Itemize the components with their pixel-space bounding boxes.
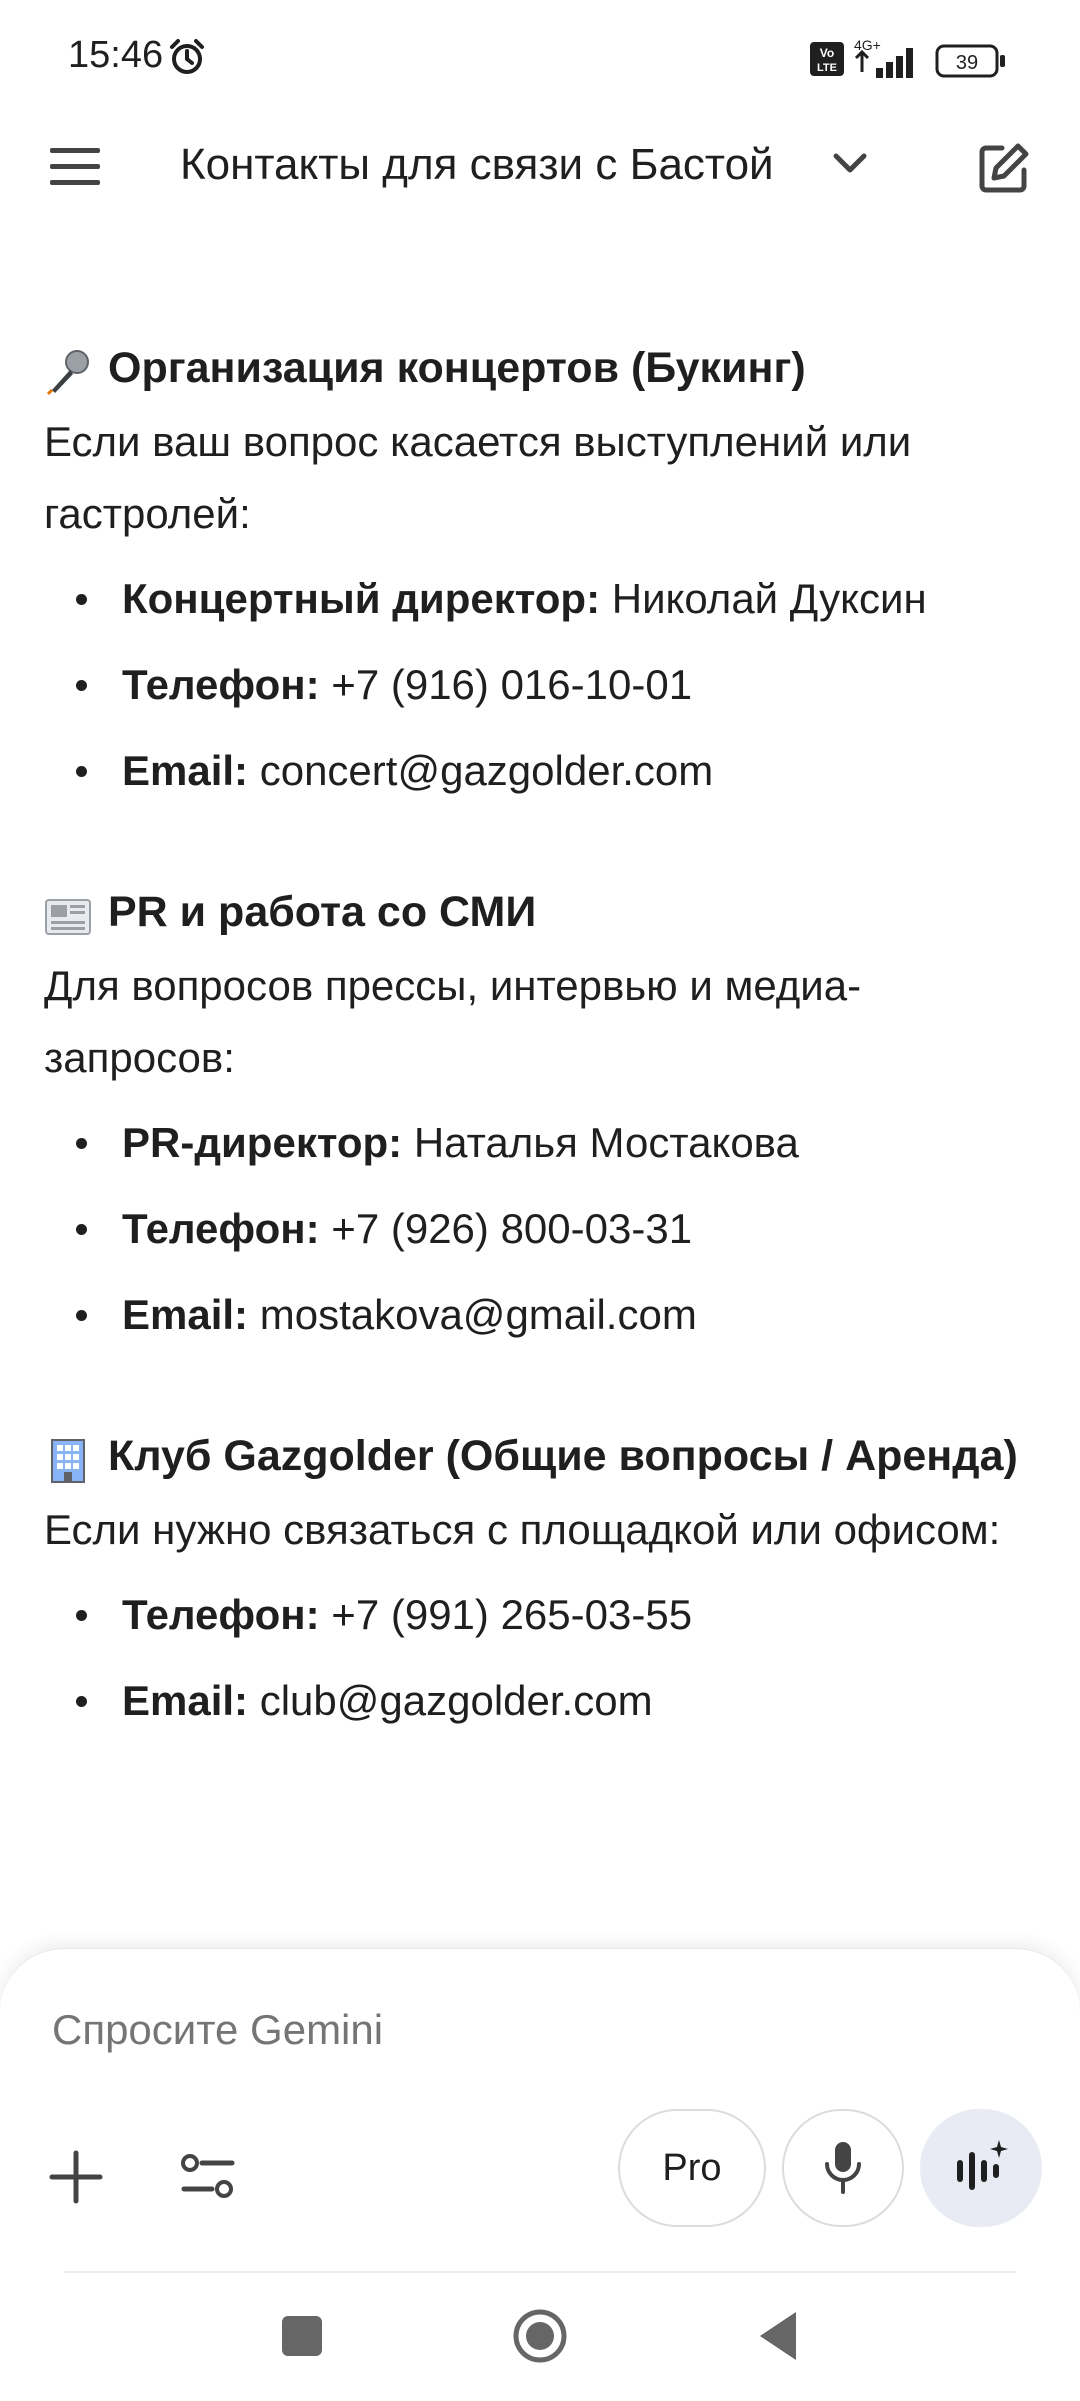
voice-input-button[interactable] xyxy=(782,2109,904,2227)
tools-button[interactable] xyxy=(178,2147,238,2212)
status-bar: 15:46 Vo LTE 4G+ 39 xyxy=(0,0,1080,118)
list-item: Концертный директор: Николай Дуксин xyxy=(44,556,1024,642)
item-label: Телефон: xyxy=(122,661,320,708)
live-waveform-icon xyxy=(957,2140,1008,2190)
home-icon xyxy=(513,2309,567,2363)
section-booking: Организация концертов (Букинг) Если ваш … xyxy=(44,330,1024,814)
svg-text:LTE: LTE xyxy=(817,62,837,74)
list-item: Email: concert@gazgolder.com xyxy=(44,728,1024,814)
mic-icon xyxy=(825,2142,861,2194)
section-club: Клуб Gazgolder (Общие вопросы / Аренда) … xyxy=(44,1418,1024,1744)
section-title-text: Организация концертов (Букинг) xyxy=(108,344,806,392)
section-title: Клуб Gazgolder (Общие вопросы / Аренда) xyxy=(44,1418,1024,1494)
chat-title[interactable]: Контакты для связи с Бастой xyxy=(180,140,774,190)
item-label: Телефон: xyxy=(122,1591,320,1638)
item-label: Концертный директор: xyxy=(122,575,601,622)
battery-level: 39 xyxy=(956,52,978,74)
section-title-text: PR и работа со СМИ xyxy=(108,888,537,936)
nav-home-button[interactable] xyxy=(512,2308,568,2369)
item-value: Николай Дуксин xyxy=(611,575,927,622)
add-button[interactable] xyxy=(48,2149,104,2210)
section-title: PR и работа со СМИ xyxy=(44,874,1024,950)
prompt-input[interactable] xyxy=(50,1999,954,2061)
plus-icon xyxy=(49,2150,103,2204)
newspaper-icon xyxy=(44,888,92,936)
item-value: Наталья Мостакова xyxy=(413,1119,799,1166)
item-label: Email: xyxy=(122,747,249,794)
email-link[interactable]: mostakova@gmail.com xyxy=(260,1291,697,1338)
chevron-down-icon[interactable] xyxy=(830,148,870,183)
network-label: 4G+ xyxy=(854,37,881,53)
phone-link[interactable]: +7 (926) 800-03-31 xyxy=(331,1205,692,1252)
live-button[interactable] xyxy=(920,2109,1042,2227)
item-label: Телефон: xyxy=(122,1205,320,1252)
model-pro-button[interactable]: Pro xyxy=(618,2109,766,2227)
list-item: Телефон: +7 (991) 265-03-55 xyxy=(44,1572,1024,1658)
section-description: Для вопросов прессы, интервью и медиа-за… xyxy=(44,962,862,1081)
nav-recents-button[interactable] xyxy=(282,2316,322,2356)
section-description: Если нужно связаться с площадкой или офи… xyxy=(44,1506,1001,1553)
new-chat-button[interactable] xyxy=(976,140,1032,201)
menu-button[interactable] xyxy=(48,142,104,192)
section-description: Если ваш вопрос касается выступлений или… xyxy=(44,418,912,537)
back-icon xyxy=(760,2312,796,2360)
section-title: Организация концертов (Букинг) xyxy=(44,330,1024,406)
nav-back-button[interactable] xyxy=(756,2310,800,2367)
list-item: Телефон: +7 (926) 800-03-31 xyxy=(44,1186,1024,1272)
list-item: PR-директор: Наталья Мостакова xyxy=(44,1100,1024,1186)
signal-icon: 4G+ xyxy=(852,36,924,85)
list-item: Email: mostakova@gmail.com xyxy=(44,1272,1024,1358)
section-pr: PR и работа со СМИ Для вопросов прессы, … xyxy=(44,874,1024,1358)
status-time: 15:46 xyxy=(68,34,164,76)
list-item: Email: club@gazgolder.com xyxy=(44,1658,1024,1744)
response-content: Организация концертов (Букинг) Если ваш … xyxy=(44,330,1024,1804)
item-label: PR-директор: xyxy=(122,1119,403,1166)
battery-icon: 39 xyxy=(935,44,1007,83)
volte-icon: Vo LTE xyxy=(810,42,844,81)
item-label: Email: xyxy=(122,1677,249,1724)
svg-text:Vo: Vo xyxy=(820,46,834,60)
phone-link[interactable]: +7 (916) 016-10-01 xyxy=(331,661,692,708)
email-link[interactable]: concert@gazgolder.com xyxy=(260,747,714,794)
microphone-icon xyxy=(44,344,92,396)
section-title-text: Клуб Gazgolder (Общие вопросы / Аренда) xyxy=(108,1432,1018,1480)
phone-link[interactable]: +7 (991) 265-03-55 xyxy=(331,1591,692,1638)
email-link[interactable]: club@gazgolder.com xyxy=(260,1677,653,1724)
alarm-icon xyxy=(168,38,206,81)
list-item: Телефон: +7 (916) 016-10-01 xyxy=(44,642,1024,728)
tools-icon xyxy=(181,2154,235,2198)
app-bar: Контакты для связи с Бастой xyxy=(0,118,1080,218)
office-building-icon xyxy=(44,1432,92,1483)
item-label: Email: xyxy=(122,1291,249,1338)
divider xyxy=(64,2271,1016,2273)
edit-icon xyxy=(979,143,1029,193)
menu-icon xyxy=(50,148,100,185)
